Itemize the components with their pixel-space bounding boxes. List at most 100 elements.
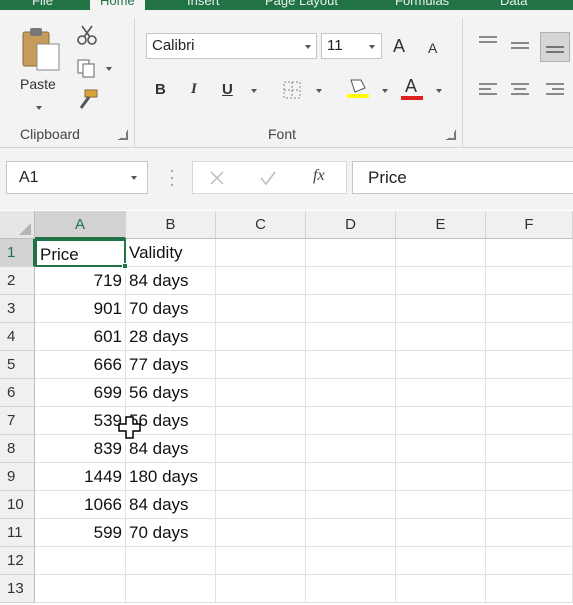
cell-f3[interactable]	[486, 295, 573, 323]
cell-c2[interactable]	[216, 267, 306, 295]
cancel-icon[interactable]	[209, 170, 225, 186]
cell-d12[interactable]	[306, 547, 396, 575]
cell-c1[interactable]	[216, 239, 306, 267]
cell-a2[interactable]: 719	[35, 267, 126, 295]
cell-a8[interactable]: 839	[35, 435, 126, 463]
align-middle-icon[interactable]	[510, 38, 530, 54]
cell-e4[interactable]	[396, 323, 486, 351]
cell-b10[interactable]: 84 days	[126, 491, 216, 519]
cell-b4[interactable]: 28 days	[126, 323, 216, 351]
cell-f11[interactable]	[486, 519, 573, 547]
cell-d10[interactable]	[306, 491, 396, 519]
cell-e10[interactable]	[396, 491, 486, 519]
tab-formulas[interactable]: Formulas	[395, 0, 449, 10]
cell-a3[interactable]: 901	[35, 295, 126, 323]
row-header-9[interactable]: 9	[0, 463, 35, 491]
cut-icon[interactable]	[76, 24, 98, 46]
row-header-5[interactable]: 5	[0, 351, 35, 379]
cell-c5[interactable]	[216, 351, 306, 379]
cell-c6[interactable]	[216, 379, 306, 407]
tab-insert[interactable]: Insert	[187, 0, 220, 10]
copy-dropdown-icon[interactable]	[106, 67, 112, 71]
font-size-select[interactable]: 11	[321, 33, 382, 59]
cell-b2[interactable]: 84 days	[126, 267, 216, 295]
cell-f9[interactable]	[486, 463, 573, 491]
cell-f13[interactable]	[486, 575, 573, 603]
column-header-f[interactable]: F	[486, 211, 573, 239]
underline-button[interactable]: U	[222, 81, 233, 98]
font-color-button[interactable]: A	[401, 76, 425, 102]
font-name-select[interactable]: Calibri	[146, 33, 317, 59]
cell-c13[interactable]	[216, 575, 306, 603]
cell-e1[interactable]	[396, 239, 486, 267]
paste-button[interactable]: Paste	[14, 24, 66, 120]
align-left-icon[interactable]	[478, 82, 498, 98]
cell-c3[interactable]	[216, 295, 306, 323]
cell-a4[interactable]: 601	[35, 323, 126, 351]
cell-d4[interactable]	[306, 323, 396, 351]
cell-e3[interactable]	[396, 295, 486, 323]
cell-b13[interactable]	[126, 575, 216, 603]
row-header-2[interactable]: 2	[0, 267, 35, 295]
cell-d8[interactable]	[306, 435, 396, 463]
cell-c11[interactable]	[216, 519, 306, 547]
format-painter-icon[interactable]	[75, 88, 99, 110]
cell-f12[interactable]	[486, 547, 573, 575]
align-center-icon[interactable]	[510, 82, 530, 98]
align-bottom-button[interactable]	[540, 32, 570, 62]
cell-f8[interactable]	[486, 435, 573, 463]
column-header-e[interactable]: E	[396, 211, 486, 239]
tab-file[interactable]: File	[32, 0, 53, 10]
enter-check-icon[interactable]	[259, 170, 277, 186]
row-header-13[interactable]: 13	[0, 575, 35, 603]
cell-a12[interactable]	[35, 547, 126, 575]
cell-c10[interactable]	[216, 491, 306, 519]
row-header-1[interactable]: 1	[0, 239, 35, 267]
cell-d11[interactable]	[306, 519, 396, 547]
formula-input[interactable]: Price	[352, 161, 573, 194]
cell-d7[interactable]	[306, 407, 396, 435]
cell-a11[interactable]: 599	[35, 519, 126, 547]
cell-d13[interactable]	[306, 575, 396, 603]
cell-a6[interactable]: 699	[35, 379, 126, 407]
row-header-6[interactable]: 6	[0, 379, 35, 407]
borders-icon[interactable]	[283, 81, 301, 99]
align-top-icon[interactable]	[478, 34, 498, 50]
cell-e2[interactable]	[396, 267, 486, 295]
cell-f1[interactable]	[486, 239, 573, 267]
cell-f4[interactable]	[486, 323, 573, 351]
cell-b6[interactable]: 56 days	[126, 379, 216, 407]
grow-font-button[interactable]: A	[393, 36, 405, 57]
row-header-3[interactable]: 3	[0, 295, 35, 323]
row-header-8[interactable]: 8	[0, 435, 35, 463]
cell-d2[interactable]	[306, 267, 396, 295]
cell-c12[interactable]	[216, 547, 306, 575]
cell-e13[interactable]	[396, 575, 486, 603]
cell-f10[interactable]	[486, 491, 573, 519]
column-header-d[interactable]: D	[306, 211, 396, 239]
align-right-icon[interactable]	[545, 82, 565, 98]
cell-a9[interactable]: 1449	[35, 463, 126, 491]
copy-icon[interactable]	[76, 58, 98, 80]
cell-e12[interactable]	[396, 547, 486, 575]
row-header-4[interactable]: 4	[0, 323, 35, 351]
insert-function-button[interactable]: fx	[313, 167, 325, 185]
cell-e5[interactable]	[396, 351, 486, 379]
cell-c7[interactable]	[216, 407, 306, 435]
cell-b9[interactable]: 180 days	[126, 463, 216, 491]
cell-d9[interactable]	[306, 463, 396, 491]
tab-page-layout[interactable]: Page Layout	[265, 0, 338, 10]
font-color-dropdown-icon[interactable]	[436, 89, 442, 93]
italic-button[interactable]: I	[191, 81, 197, 98]
cell-e11[interactable]	[396, 519, 486, 547]
cell-c9[interactable]	[216, 463, 306, 491]
cell-f7[interactable]	[486, 407, 573, 435]
tab-home[interactable]: Home	[90, 0, 145, 10]
cell-e8[interactable]	[396, 435, 486, 463]
row-header-12[interactable]: 12	[0, 547, 35, 575]
fill-handle[interactable]	[122, 263, 128, 269]
column-header-a[interactable]: A	[35, 211, 126, 239]
row-header-11[interactable]: 11	[0, 519, 35, 547]
clipboard-launcher-icon[interactable]	[118, 130, 128, 140]
cell-b3[interactable]: 70 days	[126, 295, 216, 323]
